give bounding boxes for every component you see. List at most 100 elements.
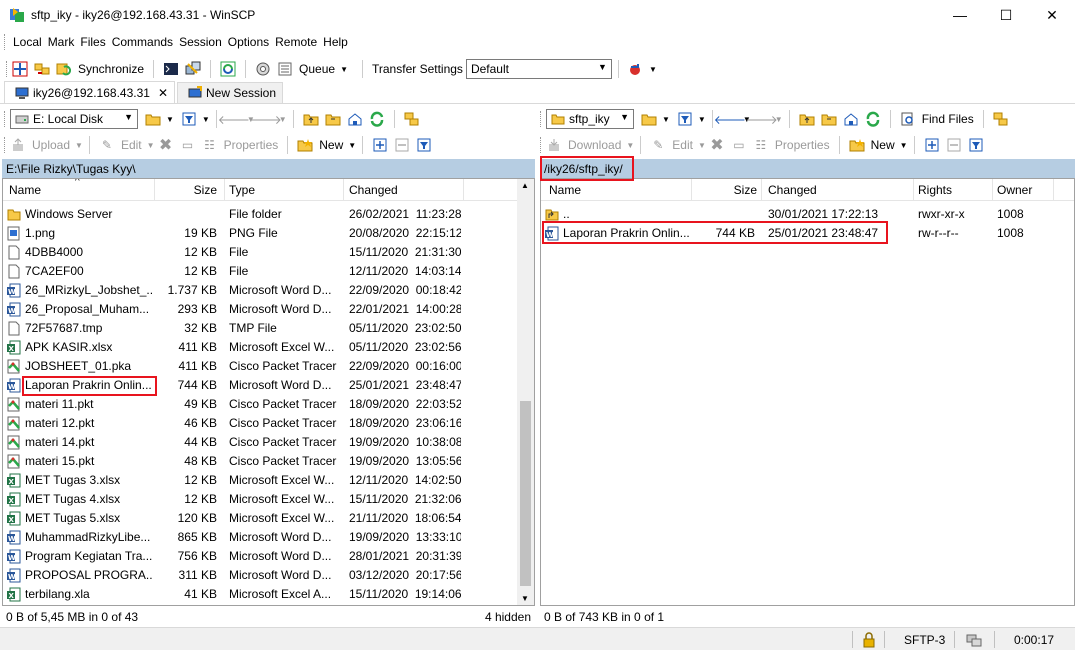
forward-arrow-icon[interactable]: 🡒 — [746, 110, 778, 128]
rename-icon[interactable]: ▭ — [730, 136, 748, 154]
back-arrow-icon[interactable]: 🡐 — [714, 110, 746, 128]
open-folder-icon[interactable] — [144, 110, 162, 128]
remote-folder-select[interactable]: sftp_iky ▼ — [546, 109, 634, 129]
remote-file-list[interactable]: Name ^ Size Changed Rights Owner .. 30/01… — [540, 178, 1075, 606]
menu-options[interactable]: Options — [228, 35, 269, 49]
filter-select-icon[interactable] — [967, 136, 985, 154]
local-file-row[interactable]: 4DBB4000 12 KB File 15/11/2020 21:31:30 — [3, 243, 534, 262]
synchronize-icon[interactable] — [55, 60, 73, 78]
rename-icon[interactable]: ▭ — [179, 136, 197, 154]
upload-dropdown-icon[interactable]: ▼ — [75, 141, 83, 150]
preferences-gear-icon[interactable] — [254, 60, 272, 78]
compare-directories-icon[interactable] — [11, 60, 29, 78]
local-file-row[interactable]: X APK KASIR.xlsx 411 KB Microsoft Excel W..… — [3, 338, 534, 357]
parent-directory-icon[interactable] — [302, 110, 320, 128]
menu-mark[interactable]: Mark — [48, 35, 75, 49]
column-header-owner[interactable]: Owner — [997, 183, 1032, 197]
local-file-row[interactable]: X MET Tugas 3.xlsx 12 KB Microsoft Excel W.… — [3, 471, 534, 490]
scroll-down-icon[interactable]: ▼ — [521, 594, 529, 603]
close-tab-icon[interactable]: ✕ — [158, 86, 168, 100]
select-all-icon[interactable] — [923, 136, 941, 154]
delete-icon[interactable]: ✖ — [708, 136, 726, 154]
download-icon[interactable] — [545, 136, 563, 154]
new-folder-icon[interactable] — [848, 136, 866, 154]
scroll-up-icon[interactable]: ▲ — [521, 181, 529, 190]
refresh-icon[interactable] — [864, 110, 882, 128]
close-button[interactable]: ✕ — [1029, 0, 1075, 30]
local-file-row[interactable]: Xterbilang.xla 41 KB Microsoft Excel A... 1… — [3, 585, 534, 604]
root-directory-icon[interactable] — [324, 110, 342, 128]
queue-icon[interactable] — [276, 60, 294, 78]
delete-icon[interactable]: ✖ — [157, 136, 175, 154]
session-tab-active[interactable]: iky26@192.168.43.31 ✕ — [4, 81, 175, 103]
transfer-settings-select[interactable]: Default ▼ — [465, 59, 612, 79]
open-folder-dropdown-icon[interactable]: ▼ — [166, 115, 174, 124]
home-directory-icon[interactable] — [346, 110, 364, 128]
upload-icon[interactable] — [9, 136, 27, 154]
remote-file-row[interactable]: W Laporan Prakrin Onlin... 744 KB 25/01/202… — [541, 224, 1074, 243]
edit-icon[interactable]: ✎ — [649, 136, 667, 154]
back-arrow-icon[interactable]: 🡐 — [218, 110, 250, 128]
column-header-changed[interactable]: Changed — [349, 183, 398, 197]
unselect-all-icon[interactable] — [945, 136, 963, 154]
local-file-row[interactable]: materi 15.pkt 48 KB Cisco Packet Tracer 19/… — [3, 452, 534, 471]
home-directory-icon[interactable] — [842, 110, 860, 128]
menu-help[interactable]: Help — [323, 35, 348, 49]
local-file-row[interactable]: materi 11.pkt 49 KB Cisco Packet Tracer 18/… — [3, 395, 534, 414]
forward-arrow-icon[interactable]: 🡒 — [250, 110, 282, 128]
local-file-row[interactable]: W MuhammadRizkyLibe... 865 KB Microsoft Wor… — [3, 528, 534, 547]
filter-icon[interactable] — [180, 110, 198, 128]
forward-dropdown-icon[interactable]: ▼ — [279, 115, 287, 124]
open-folder-icon[interactable] — [640, 110, 658, 128]
local-file-row[interactable]: 72F57687.tmp 32 KB TMP File 05/11/2020 23:0… — [3, 319, 534, 338]
properties-button[interactable]: Properties — [224, 138, 279, 152]
properties-icon[interactable]: ☷ — [201, 136, 219, 154]
local-file-row[interactable]: W Laporan Prakrin Onlin... 744 KB Microsoft… — [3, 376, 534, 395]
menu-local[interactable]: Local — [13, 35, 42, 49]
find-files-icon[interactable] — [992, 110, 1010, 128]
column-header-size[interactable]: Size — [693, 183, 757, 197]
filter-dropdown-icon[interactable]: ▼ — [202, 115, 210, 124]
menu-files[interactable]: Files — [80, 35, 105, 49]
new-dropdown-icon[interactable]: ▼ — [900, 141, 908, 150]
console-icon[interactable] — [162, 60, 180, 78]
local-file-row[interactable]: materi 14.pkt 44 KB Cisco Packet Tracer 19/… — [3, 433, 534, 452]
local-file-row[interactable]: W 26_Proposal_Muham... 293 KB Microsoft Wor… — [3, 300, 534, 319]
new-button[interactable]: New — [871, 138, 895, 152]
edit-icon[interactable]: ✎ — [98, 136, 116, 154]
column-header-name[interactable]: Name — [9, 183, 41, 197]
filter-select-icon[interactable] — [415, 136, 433, 154]
synchronize-button[interactable]: Synchronize — [78, 62, 144, 76]
local-file-row[interactable]: 1.png 19 KB PNG File 20/08/2020 22:15:12 — [3, 224, 534, 243]
local-file-row[interactable]: 7CA2EF00 12 KB File 12/11/2020 14:03:14 — [3, 262, 534, 281]
find-files-icon[interactable] — [403, 110, 421, 128]
edit-button[interactable]: Edit — [672, 138, 693, 152]
menu-remote[interactable]: Remote — [275, 35, 317, 49]
forward-dropdown-icon[interactable]: ▼ — [775, 115, 783, 124]
local-drive-select[interactable]: E: Local Disk ▼ — [10, 109, 138, 129]
local-file-row[interactable]: Windows Server File folder 26/02/2021 11:2… — [3, 205, 534, 224]
local-file-row[interactable]: W Program Kegiatan Tra... 756 KB Microsoft … — [3, 547, 534, 566]
find-files-button[interactable]: Find Files — [922, 112, 974, 126]
open-folder-dropdown-icon[interactable]: ▼ — [662, 115, 670, 124]
menu-session[interactable]: Session — [179, 35, 222, 49]
edit-button[interactable]: Edit — [121, 138, 142, 152]
local-file-list[interactable]: Name ^ Size Type Changed Windows Server F… — [2, 178, 535, 606]
root-directory-icon[interactable] — [820, 110, 838, 128]
putty-icon[interactable] — [184, 60, 202, 78]
unselect-all-icon[interactable] — [393, 136, 411, 154]
local-file-row[interactable]: JOBSHEET_01.pka 411 KB Cisco Packet Tracer… — [3, 357, 534, 376]
synchronize-browsing-icon[interactable] — [33, 60, 51, 78]
new-session-tab[interactable]: New Session — [177, 82, 284, 103]
maximize-button[interactable]: ☐ — [983, 0, 1029, 30]
local-vertical-scrollbar[interactable]: ▲ ▼ — [517, 179, 534, 605]
local-file-row[interactable]: X MET Tugas 5.xlsx 120 KB Microsoft Excel W… — [3, 509, 534, 528]
column-header-name[interactable]: Name — [549, 183, 581, 197]
properties-button[interactable]: Properties — [775, 138, 830, 152]
download-button[interactable]: Download — [568, 138, 621, 152]
refresh-icon[interactable] — [368, 110, 386, 128]
refresh-session-icon[interactable] — [219, 60, 237, 78]
column-header-rights[interactable]: Rights — [918, 183, 952, 197]
download-dropdown-icon[interactable]: ▼ — [626, 141, 634, 150]
local-file-row[interactable]: W 26_MRizkyL_Jobshet_... 1.737 KB Microsoft… — [3, 281, 534, 300]
